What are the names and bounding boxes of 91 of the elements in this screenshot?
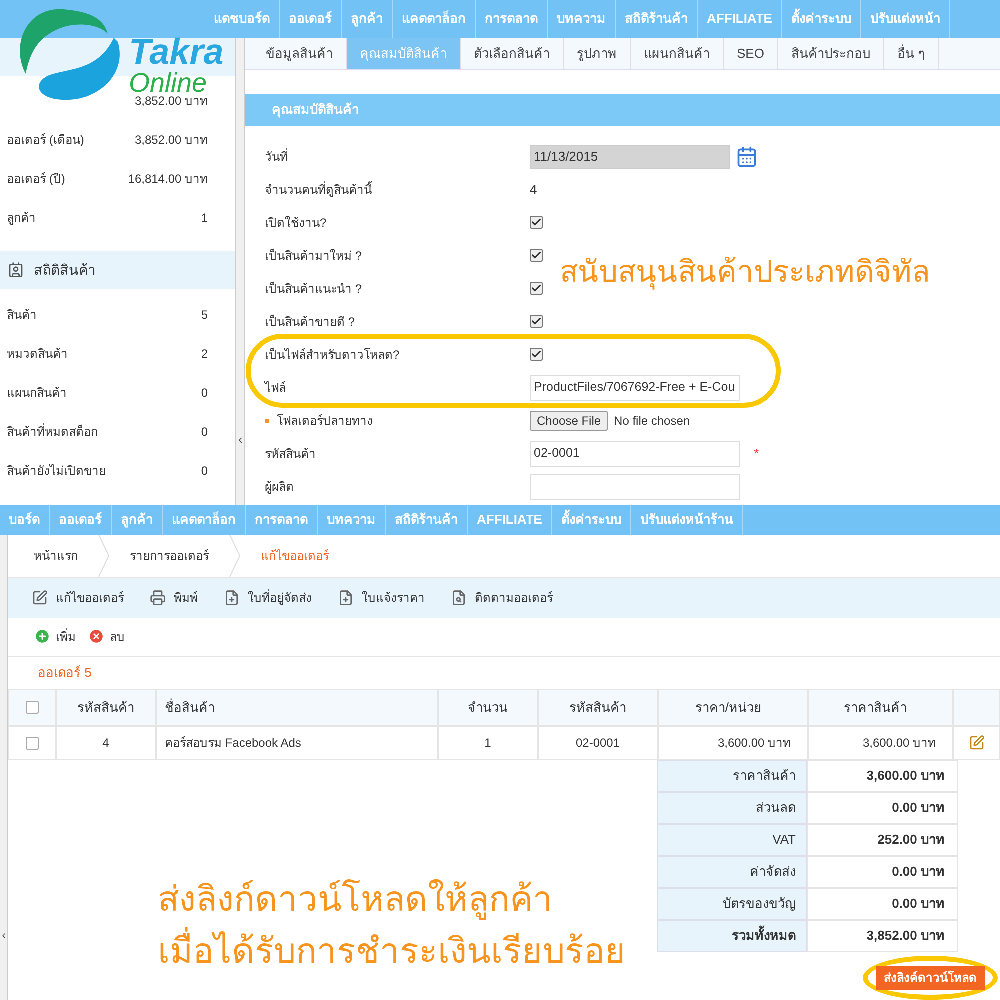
column-header: ชื่อสินค้า (156, 689, 438, 726)
stat-value: 16,814.00 บาท (128, 170, 208, 188)
total-value: 0.00 บาท (807, 792, 958, 824)
total-value: 252.00 บาท (807, 824, 958, 856)
stat-value: 0 (201, 424, 208, 440)
table-cell: 4 (56, 726, 156, 760)
field-label: จำนวนคนที่ดูสินค้านี้ (265, 180, 372, 198)
stat-label: สินค้าที่หมดสต็อก (7, 422, 98, 440)
field-label: รหัสสินค้า (265, 446, 316, 462)
nav-item[interactable]: สถิติร้านค้า (386, 505, 468, 535)
toolbar-button[interactable]: พิมพ์ (150, 588, 198, 607)
total-value: 0.00 บาท (807, 888, 958, 920)
stat-value: 5 (201, 306, 208, 324)
table-cell: 1 (438, 726, 538, 760)
field-label: โฟลเดอร์ปลายทาง (277, 412, 373, 430)
section-title: สถิติสินค้า (34, 260, 96, 280)
total-label: บัตรของขวัญ (657, 888, 807, 920)
total-value: 3,600.00 บาท (807, 760, 958, 792)
stat-value: 0 (201, 462, 208, 480)
table-cell: 3,600.00 บาท (658, 726, 808, 760)
field-label: ผู้ผลิต (265, 478, 294, 496)
column-header: รหัสสินค้า (538, 689, 658, 726)
field-label: เป็นสินค้าแนะนำ ? (265, 280, 362, 298)
tab[interactable]: ตัวเลือกสินค้า (461, 38, 564, 69)
total-value: 0.00 บาท (807, 856, 958, 888)
file-status: No file chosen (614, 412, 690, 430)
tab[interactable]: คุณสมบัติสินค้า (347, 38, 461, 69)
toolbar-button[interactable]: ติดตามออเดอร์ (451, 588, 553, 607)
stat-label: สินค้า (7, 306, 37, 324)
toolbar-button[interactable]: ใบแจ้งราคา (338, 588, 425, 607)
tab[interactable]: SEO (724, 38, 778, 69)
nav-item[interactable]: ปรับแต่งหน้าร้าน (631, 505, 744, 535)
input-field[interactable]: 02-0001 (530, 440, 740, 466)
stat-label: ออเดอร์ (ปี) (7, 170, 66, 188)
field-label: เป็นสินค้ามาใหม่ ? (265, 248, 362, 264)
table-cell: 02-0001 (538, 726, 658, 760)
tab[interactable]: สินค้าประกอบ (778, 38, 884, 69)
table-cell: คอร์สอบรม Facebook Ads (156, 726, 438, 760)
stat-label: ลูกค้า (7, 210, 36, 226)
field-label: วันที่ (265, 148, 288, 166)
stat-value: 2 (201, 346, 208, 362)
add-button[interactable]: เพิ่ม (34, 628, 76, 646)
nav-item[interactable]: ออเดอร์ (50, 505, 112, 535)
annotation-text: ส่งลิงก์ดาวน์โหลดให้ลูกค้า (158, 878, 554, 922)
table-cell: 3,600.00 บาท (808, 726, 953, 760)
total-label: VAT (657, 824, 807, 856)
field-value: 4 (530, 180, 538, 199)
field-label: เปิดใช้งาน? (265, 214, 327, 232)
breadcrumb-item[interactable]: รายการออเดอร์ (130, 547, 209, 565)
total-label: รวมทั้งหมด (657, 920, 807, 952)
nav-item[interactable]: แคตตาล็อก (163, 505, 246, 535)
stat-label: ออเดอร์ (เดือน) (7, 132, 84, 148)
toolbar-button[interactable]: ใบที่อยู่จัดส่ง (224, 588, 312, 607)
column-header: จำนวน (438, 689, 538, 726)
annotation-text: เมื่อได้รับการชำระเงินเรียบร้อย (158, 926, 657, 978)
nav-item[interactable]: การตลาด (246, 505, 318, 535)
nav-item[interactable]: AFFILIATE (468, 505, 552, 535)
column-header: รหัสสินค้า (56, 689, 156, 726)
panel-title: คุณสมบัติสินค้า (272, 101, 359, 120)
nav-item[interactable]: บทความ (318, 505, 386, 535)
column-header: ราคาสินค้า (808, 689, 953, 726)
delete-button[interactable]: ลบ (88, 628, 125, 646)
choose-file-button[interactable]: Choose File (530, 410, 608, 430)
field-label: เป็นสินค้าขายดี ? (265, 314, 356, 330)
stat-value: 3,852.00 บาท (134, 132, 208, 148)
total-label: ส่วนลด (657, 792, 807, 824)
input-field[interactable]: ProductFiles/7067692-Free + E-Cou (530, 374, 740, 400)
breadcrumb-item[interactable]: แก้ไขออเดอร์ (261, 547, 329, 565)
date-field[interactable]: 11/13/2015 (530, 144, 730, 168)
field-label: ไฟล์ (265, 380, 286, 396)
tab[interactable]: แผนกสินค้า (631, 38, 724, 69)
required-mark: * (754, 444, 760, 463)
column-header: ราคา/หน่วย (658, 689, 808, 726)
order-title: ออเดอร์ 5 (38, 664, 92, 682)
stat-value: 1 (201, 210, 208, 226)
breadcrumb-item[interactable]: หน้าแรก (34, 547, 78, 565)
tab[interactable]: อื่น ๆ (884, 38, 940, 69)
stat-label: สินค้ายังไม่เปิดขาย (7, 462, 106, 480)
send-download-link-button[interactable]: ส่งลิงค์ดาวน์โหลด (876, 966, 985, 990)
total-label: ค่าจัดส่ง (657, 856, 807, 888)
field-label: เป็นไฟล์สำหรับดาวโหลด? (265, 346, 400, 364)
total-label: ราคาสินค้า (657, 760, 807, 792)
annotation-text: สนับสนุนสินค้าประเภทดิจิทัล (560, 255, 930, 292)
toolbar-button[interactable]: แก้ไขออเดอร์ (32, 588, 124, 607)
stat-value: 0 (201, 384, 208, 402)
tab[interactable]: รูปภาพ (564, 38, 631, 69)
stat-label: แผนกสินค้า (7, 384, 67, 402)
nav-item[interactable]: ตั้งค่าระบบ (552, 505, 632, 535)
nav-item[interactable]: ลูกค้า (112, 505, 163, 535)
total-value: 3,852.00 บาท (807, 920, 958, 952)
stat-label: หมวดสินค้า (7, 346, 68, 362)
